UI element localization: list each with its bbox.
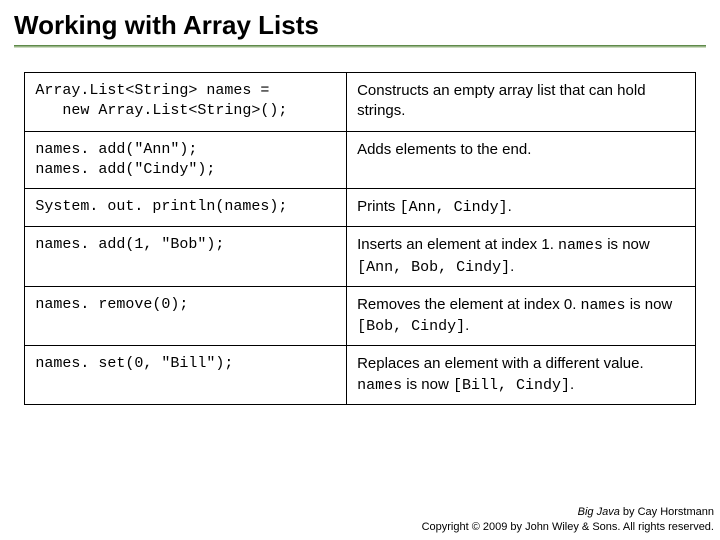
code-cell: names. add("Ann"); names. add("Cindy"); bbox=[25, 131, 347, 189]
desc-text: is now bbox=[603, 236, 650, 253]
desc-text: . bbox=[465, 317, 469, 334]
book-title: Big Java bbox=[578, 506, 620, 518]
desc-code: [Bob, Cindy] bbox=[357, 318, 465, 335]
footer-line1: Big Java by Cay Horstmann bbox=[422, 505, 714, 519]
desc-cell: Removes the element at index 0. names is… bbox=[347, 286, 696, 346]
code-cell: Array.List<String> names = new Array.Lis… bbox=[25, 73, 347, 132]
desc-text: . bbox=[508, 198, 512, 215]
page-title: Working with Array Lists bbox=[14, 10, 706, 41]
table-body: Array.List<String> names = new Array.Lis… bbox=[25, 73, 695, 405]
table-row: names. add("Ann"); names. add("Cindy"); … bbox=[25, 131, 695, 189]
table-row: names. add(1, "Bob"); Inserts an element… bbox=[25, 227, 695, 287]
desc-cell: Replaces an element with a different val… bbox=[347, 346, 696, 405]
desc-text: . bbox=[570, 376, 574, 393]
code-cell: names. remove(0); bbox=[25, 286, 347, 346]
desc-text: . bbox=[510, 258, 514, 275]
desc-cell: Adds elements to the end. bbox=[347, 131, 696, 189]
desc-code: [Ann, Bob, Cindy] bbox=[357, 259, 510, 276]
desc-text: Inserts an element at index 1. bbox=[357, 236, 558, 253]
code-cell: System. out. println(names); bbox=[25, 189, 347, 227]
desc-text: Constructs an empty array list that can … bbox=[357, 82, 645, 119]
footer: Big Java by Cay Horstmann Copyright © 20… bbox=[422, 505, 714, 534]
table-row: names. remove(0); Removes the element at… bbox=[25, 286, 695, 346]
table-row: names. set(0, "Bill"); Replaces an eleme… bbox=[25, 346, 695, 405]
desc-cell: Inserts an element at index 1. names is … bbox=[347, 227, 696, 287]
table-row: System. out. println(names); Prints [Ann… bbox=[25, 189, 695, 227]
desc-text: Replaces an element with a different val… bbox=[357, 355, 644, 372]
desc-text: is now bbox=[402, 376, 453, 393]
operations-table: Array.List<String> names = new Array.Lis… bbox=[24, 72, 695, 405]
desc-code: names bbox=[558, 237, 603, 254]
desc-text: Adds elements to the end. bbox=[357, 141, 531, 158]
code-cell: names. set(0, "Bill"); bbox=[25, 346, 347, 405]
author-text: by Cay Horstmann bbox=[620, 506, 714, 518]
desc-code: [Bill, Cindy] bbox=[453, 377, 570, 394]
desc-text: Prints bbox=[357, 198, 400, 215]
table-row: Array.List<String> names = new Array.Lis… bbox=[25, 73, 695, 132]
desc-cell: Constructs an empty array list that can … bbox=[347, 73, 696, 132]
desc-code: names bbox=[581, 297, 626, 314]
footer-line2: Copyright © 2009 by John Wiley & Sons. A… bbox=[422, 520, 714, 534]
slide-content: Working with Array Lists Array.List<Stri… bbox=[0, 0, 720, 405]
desc-text: Removes the element at index 0. bbox=[357, 296, 580, 313]
desc-text: is now bbox=[626, 296, 673, 313]
desc-code: names bbox=[357, 377, 402, 394]
desc-cell: Prints [Ann, Cindy]. bbox=[347, 189, 696, 227]
code-cell: names. add(1, "Bob"); bbox=[25, 227, 347, 287]
desc-code: [Ann, Cindy] bbox=[400, 199, 508, 216]
title-underline bbox=[14, 45, 706, 48]
